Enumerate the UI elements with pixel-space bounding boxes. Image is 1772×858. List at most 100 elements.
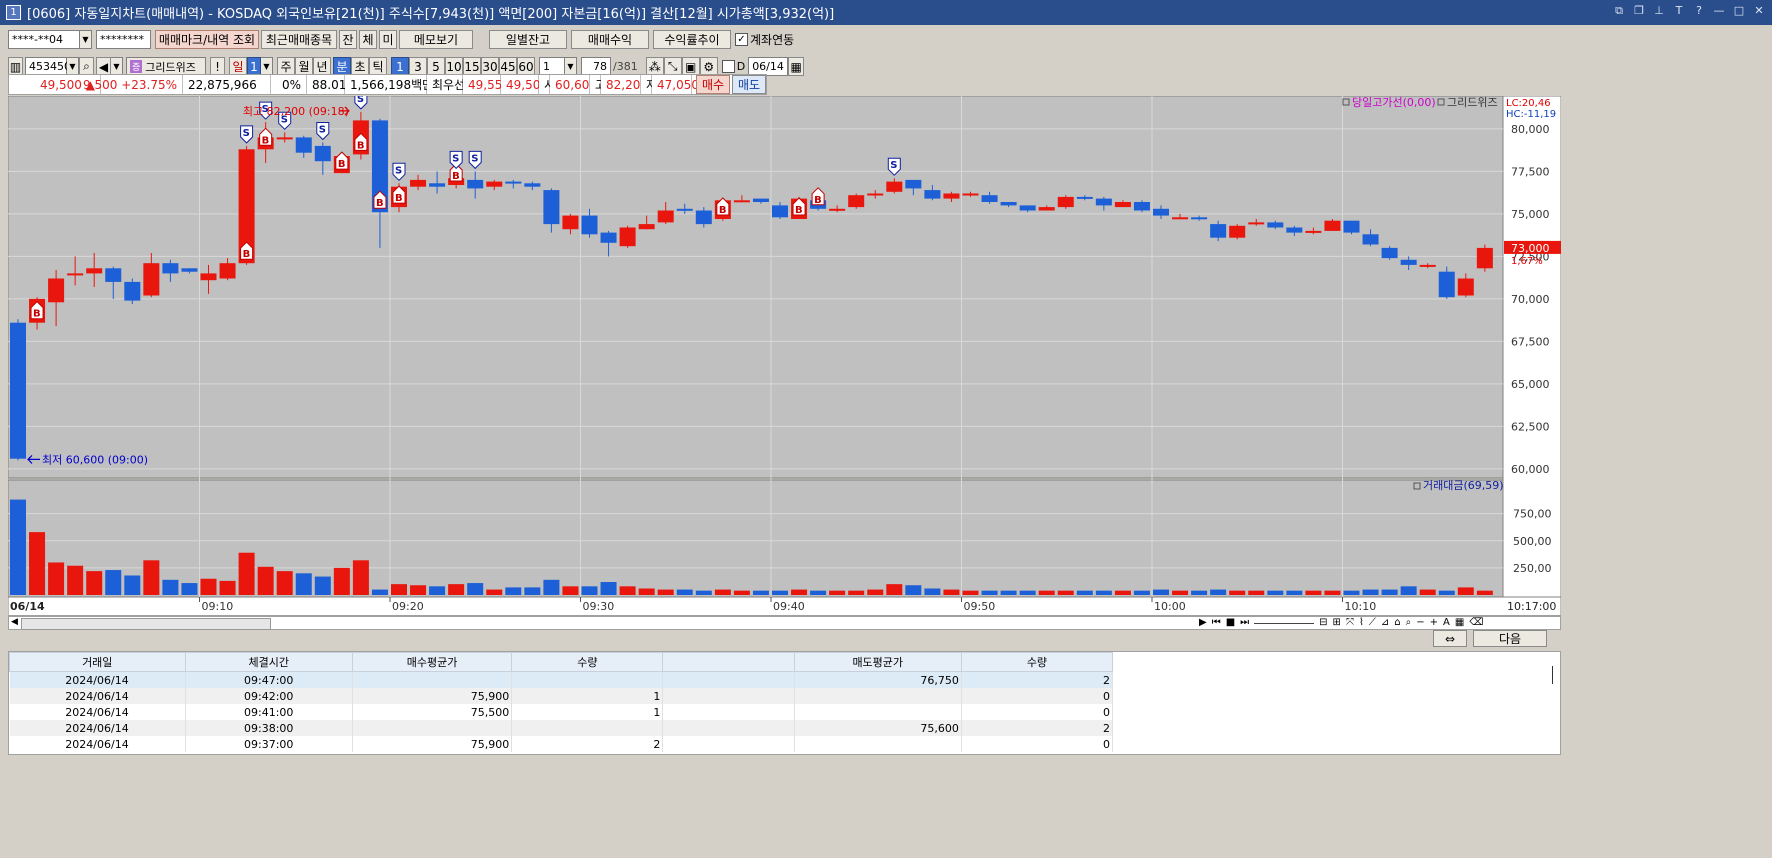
candlestick-chart[interactable]: 80,00077,50075,00072,50070,00067,50065,0…	[7, 91, 1562, 617]
col-trade-date[interactable]: 거래일	[9, 652, 186, 672]
price-change: 9,500	[83, 77, 118, 92]
table-row[interactable]: 2024/06/14 09:42:00 75,900 1 0	[9, 688, 1114, 704]
chart-tool-icon[interactable]: ⌂	[1394, 617, 1400, 629]
buy-mark-glyph: B	[395, 193, 403, 204]
chart-tool-icon[interactable]: ⊿	[1381, 617, 1389, 629]
volume-bar	[1038, 590, 1055, 595]
y-tick-label: 60,000	[1511, 463, 1550, 476]
trade-mark-query-button[interactable]: 매매마크/내역 조회	[155, 30, 259, 49]
memo-button[interactable]: 메모보기	[399, 30, 473, 49]
forward-icon[interactable]: ⏭	[1240, 617, 1249, 629]
unexecuted-button[interactable]: 미	[379, 30, 397, 49]
volume-bar	[143, 560, 160, 595]
col-sell-qty[interactable]: 수량	[960, 652, 1114, 672]
candle-body	[1191, 217, 1208, 220]
col-buy-qty[interactable]: 수량	[511, 652, 664, 672]
speed-slider[interactable]	[1254, 617, 1315, 624]
volume-bar	[600, 581, 617, 595]
rewind-icon[interactable]: ⏮	[1212, 617, 1221, 629]
volume-legend: 거래대금(69,59)	[1423, 479, 1504, 492]
account-input[interactable]: ****-**04	[8, 30, 80, 49]
x-tick-label: 10:00	[1154, 600, 1186, 613]
chart-tool-icon[interactable]: ⟋	[1369, 617, 1376, 629]
account-dropdown-icon[interactable]: ▼	[80, 30, 92, 49]
candle-body	[1114, 202, 1131, 208]
chart-tool-icon[interactable]: ⊞	[1333, 617, 1341, 629]
window-icon[interactable]: 1	[6, 5, 21, 20]
account-link-label: 계좌연동	[750, 33, 795, 47]
table-row[interactable]: 2024/06/14 09:38:00 75,600 2	[9, 720, 1114, 736]
open-label: 시	[539, 75, 555, 94]
scroll-left-icon[interactable]: ◀	[11, 617, 18, 627]
x-date-label: 06/14	[10, 600, 45, 613]
password-input[interactable]: ********	[96, 30, 151, 49]
executed-button[interactable]: 체	[359, 30, 377, 49]
expand-icon[interactable]: ⇔	[1433, 630, 1467, 647]
x-tick-label: 09:20	[392, 600, 424, 613]
checkbox-checked-icon[interactable]: ✓	[735, 33, 748, 46]
sell-mark-glyph: S	[395, 165, 402, 176]
chart-tool-icon[interactable]: ⤧	[1346, 617, 1354, 629]
text-tool-icon[interactable]: A	[1443, 617, 1450, 629]
zoom-icon[interactable]: ⌕	[1406, 617, 1412, 629]
col-buy-avg[interactable]: 매수평균가	[351, 652, 513, 672]
eraser-icon[interactable]: ⌫	[1469, 617, 1483, 629]
recent-trades-button[interactable]: 최근매매종목	[261, 30, 337, 49]
table-cell	[794, 688, 962, 704]
chart-area[interactable]: 80,000 77,500 75,000 72,500 70,000 67,500 65,0…	[7, 91, 1562, 617]
table-cell: 09:47:00	[185, 671, 353, 688]
candle-body	[505, 181, 522, 184]
volume-bar	[486, 589, 503, 595]
grid-tool-icon[interactable]: ▦	[1455, 617, 1464, 629]
volume-bar	[257, 566, 274, 595]
scroll-right-icon[interactable]: ▶	[1199, 617, 1207, 629]
candle-body	[581, 215, 598, 235]
sell-button[interactable]: 매도	[732, 75, 766, 94]
next-button[interactable]: 다음	[1473, 630, 1547, 647]
volume-bar	[505, 587, 522, 595]
balance-button[interactable]: 잔	[339, 30, 357, 49]
hc-value: HC:-11,19	[1506, 109, 1556, 120]
col-exec-time[interactable]: 체결시간	[184, 652, 353, 672]
copy-icon[interactable]: ❐	[1632, 4, 1646, 18]
scroll-thumb[interactable]	[21, 618, 271, 630]
zoom-out-icon[interactable]: −	[1416, 617, 1424, 629]
candle-body	[619, 227, 636, 247]
market-badge-icon: 증	[130, 60, 143, 73]
maximize-icon[interactable]: □	[1732, 4, 1746, 18]
zoom-in-icon[interactable]: +	[1430, 617, 1438, 629]
volume-bar	[429, 586, 446, 595]
sell-mark-glyph: S	[319, 125, 326, 136]
calendar-icon[interactable]: ▦	[788, 57, 805, 76]
text-icon[interactable]: T	[1672, 4, 1686, 18]
trade-table: 거래일 체결시간 매수평균가 수량 매도평균가 수량 2024/06/14 09:…	[9, 652, 1114, 752]
volume-bar	[448, 584, 465, 595]
volume-bar	[1191, 590, 1208, 595]
stop-icon[interactable]: ■	[1226, 617, 1235, 629]
daily-balance-button[interactable]: 일별잔고	[489, 30, 567, 49]
chart-tool-icon[interactable]: ⌇	[1359, 617, 1364, 629]
chart-tool-icon[interactable]: ⊟	[1319, 617, 1327, 629]
y-tick-label: 67,500	[1511, 335, 1550, 348]
table-row[interactable]: 2024/06/14 09:47:00 76,750 2	[9, 671, 1114, 688]
high-price: 82,200	[601, 75, 648, 94]
close-icon[interactable]: ✕	[1752, 4, 1766, 18]
trade-profit-button[interactable]: 매매수익	[571, 30, 649, 49]
turnover-pct: 88.01%	[307, 75, 358, 94]
table-row[interactable]: 2024/06/14 09:41:00 75,500 1 0	[9, 704, 1114, 720]
table-cell: 2024/06/14	[9, 736, 186, 752]
minimize-icon[interactable]: —	[1712, 4, 1726, 18]
volume-bar	[752, 590, 769, 595]
d-checkbox[interactable]	[721, 60, 735, 73]
account-link-toggle[interactable]: ✓ 계좌연동	[735, 31, 794, 48]
table-row[interactable]: 2024/06/14 09:37:00 75,900 2 0	[9, 736, 1114, 752]
candle-body	[924, 190, 941, 199]
table-scrollbar[interactable]	[1548, 656, 1558, 750]
profit-rate-button[interactable]: 수익률추이	[653, 30, 731, 49]
pin-icon[interactable]: ⊥	[1652, 4, 1666, 18]
help-icon[interactable]: ?	[1692, 4, 1706, 18]
link-icon[interactable]: ⧉	[1612, 4, 1626, 18]
col-sell-avg[interactable]: 매도평균가	[793, 652, 962, 672]
buy-button[interactable]: 매수	[696, 75, 730, 94]
candle-body	[829, 208, 846, 211]
